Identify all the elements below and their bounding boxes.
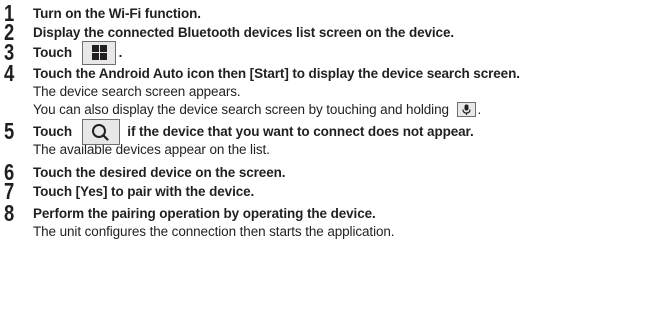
step-title: Touch . [33, 41, 649, 66]
step-description: The available devices appear on the list… [33, 142, 270, 157]
step-title: Perform the pairing operation by operati… [33, 206, 376, 221]
step-title: Touch the Android Auto icon then [Start]… [33, 66, 520, 81]
step-description-text: You can also display the device search s… [33, 102, 453, 117]
step-5: 5 Touch if the device that you want to c… [4, 119, 649, 159]
step-number: 8 [4, 200, 15, 226]
step-number: 5 [4, 118, 15, 144]
microphone-icon [456, 101, 476, 117]
step-description: The device search screen appears. [33, 84, 241, 99]
search-icon [81, 119, 120, 146]
step-2: 2 Display the connected Bluetooth device… [4, 20, 649, 44]
step-title-text: . [118, 45, 123, 60]
step-title: Turn on the Wi-Fi function. [33, 6, 201, 21]
app-grid-icon [81, 41, 116, 66]
step-title: Touch the desired device on the screen. [33, 165, 286, 180]
step-title: Touch [Yes] to pair with the device. [33, 184, 255, 199]
step-7: 7 Touch [Yes] to pair with the device. [4, 179, 649, 203]
step-1: 1 Turn on the Wi-Fi function. [4, 1, 649, 25]
step-8: 8 Perform the pairing operation by opera… [4, 201, 649, 241]
step-title-text: if the device that you want to connect d… [123, 124, 474, 139]
step-title: Touch if the device that you want to con… [33, 119, 649, 146]
step-3: 3 Touch . [4, 40, 649, 66]
step-title: Display the connected Bluetooth devices … [33, 25, 455, 40]
step-4: 4 Touch the Android Auto icon then [Star… [4, 61, 649, 119]
procedure-steps: 1 Turn on the Wi-Fi function. 2 Display … [4, 1, 649, 241]
step-title-text: Touch [33, 124, 76, 139]
step-description: The unit configures the connection then … [33, 224, 395, 239]
step-number: 4 [4, 60, 15, 86]
step-6: 6 Touch the desired device on the screen… [4, 160, 649, 184]
step-title-text: Touch [33, 45, 76, 60]
step-description: You can also display the device search s… [33, 101, 649, 119]
step-description-text: . [477, 102, 482, 117]
